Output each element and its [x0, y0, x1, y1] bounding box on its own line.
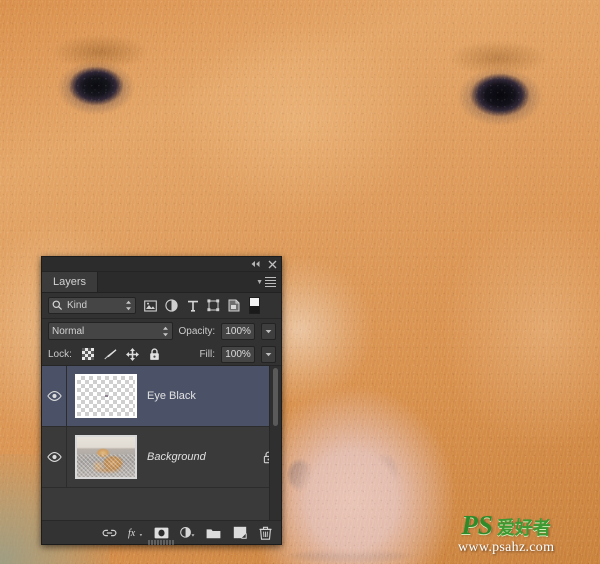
blend-mode-select[interactable]: Normal	[48, 322, 173, 340]
eye-icon	[46, 391, 62, 401]
layer-row[interactable]: Background	[42, 427, 281, 488]
blend-mode-value: Normal	[52, 325, 85, 337]
eye-icon	[46, 452, 62, 462]
menu-lines-icon	[265, 277, 276, 287]
lock-position-icon[interactable]	[125, 347, 139, 361]
fill-label: Fill:	[199, 348, 215, 360]
resize-grip[interactable]	[148, 540, 175, 545]
fill-dropdown-arrow[interactable]	[261, 345, 276, 363]
new-adjustment-layer-icon[interactable]	[180, 525, 195, 540]
search-icon	[52, 300, 63, 311]
new-layer-icon[interactable]	[232, 525, 247, 540]
delete-layer-icon[interactable]	[258, 525, 273, 540]
filter-type-icons	[144, 299, 241, 312]
opacity-dropdown-arrow[interactable]	[261, 322, 276, 340]
add-layer-mask-icon[interactable]	[154, 525, 169, 540]
layer-thumbnail-cell[interactable]	[67, 427, 145, 487]
layer-row[interactable]: Eye Black	[42, 366, 281, 427]
smart-object-filter-icon[interactable]	[228, 299, 241, 312]
updown-arrows-icon[interactable]	[162, 326, 169, 337]
svg-text:fx: fx	[128, 528, 136, 539]
tab-layers[interactable]: Layers	[42, 272, 99, 292]
lock-image-pixels-icon[interactable]	[104, 348, 117, 361]
blend-mode-row: Normal Opacity: 100%	[42, 319, 281, 343]
close-icon[interactable]	[268, 260, 277, 269]
layer-filter-row: Kind	[42, 293, 281, 319]
opacity-input[interactable]: 100%	[221, 322, 256, 340]
layer-visibility-toggle[interactable]	[42, 427, 67, 487]
link-layers-icon[interactable]	[102, 525, 117, 540]
shape-layer-filter-icon[interactable]	[207, 299, 220, 312]
lock-transparent-pixels-icon[interactable]	[82, 348, 95, 361]
chevron-down-icon: ▼	[256, 278, 263, 286]
layer-name[interactable]: Eye Black	[145, 390, 255, 402]
layer-list-scrollbar[interactable]	[269, 366, 281, 520]
panel-titlebar	[42, 257, 281, 272]
panel-tab-bar: Layers ▼	[42, 272, 281, 293]
filter-kind-label: Kind	[67, 300, 88, 311]
tab-layers-label: Layers	[53, 276, 87, 288]
screenshot-root: PS 爱好者 www.psahz.com Layers ▼ Kind Norma…	[0, 0, 600, 564]
lock-all-icon[interactable]	[148, 347, 161, 361]
adjustment-layer-filter-icon[interactable]	[165, 299, 178, 312]
tab-bar-spacer	[98, 272, 256, 292]
layers-panel[interactable]: Layers ▼ Kind Normal Opacity: 100% Lock:…	[41, 256, 282, 545]
type-layer-filter-icon[interactable]	[186, 299, 199, 312]
double-left-arrow-icon[interactable]	[250, 260, 261, 268]
layers-panel-footer: fx	[42, 520, 281, 545]
opacity-label: Opacity:	[178, 325, 216, 337]
layer-visibility-toggle[interactable]	[42, 366, 67, 426]
layer-name[interactable]: Background	[145, 451, 255, 463]
scrollbar-thumb[interactable]	[273, 368, 278, 426]
panel-menu-icon[interactable]: ▼	[256, 272, 281, 292]
filter-kind-select[interactable]: Kind	[48, 297, 136, 314]
lock-row: Lock: Fill: 100%	[42, 343, 281, 366]
dog-photo-thumbnail-image	[77, 437, 135, 477]
lock-icons-group	[82, 347, 161, 361]
lock-label: Lock:	[48, 348, 72, 360]
new-group-icon[interactable]	[206, 525, 221, 540]
updown-arrows-icon[interactable]	[125, 300, 132, 311]
transparent-checkerboard-thumbnail	[75, 374, 137, 418]
layer-thumbnail-cell[interactable]	[67, 366, 145, 426]
fill-input[interactable]: 100%	[221, 345, 255, 363]
layer-style-fx-icon[interactable]: fx	[128, 525, 143, 540]
checkerboard-pattern	[77, 376, 135, 416]
dog-photo-thumbnail	[75, 435, 137, 479]
layer-list[interactable]: Eye Black Background	[42, 366, 281, 520]
filter-enable-toggle[interactable]	[249, 297, 260, 314]
pixel-layer-filter-icon[interactable]	[144, 299, 157, 312]
